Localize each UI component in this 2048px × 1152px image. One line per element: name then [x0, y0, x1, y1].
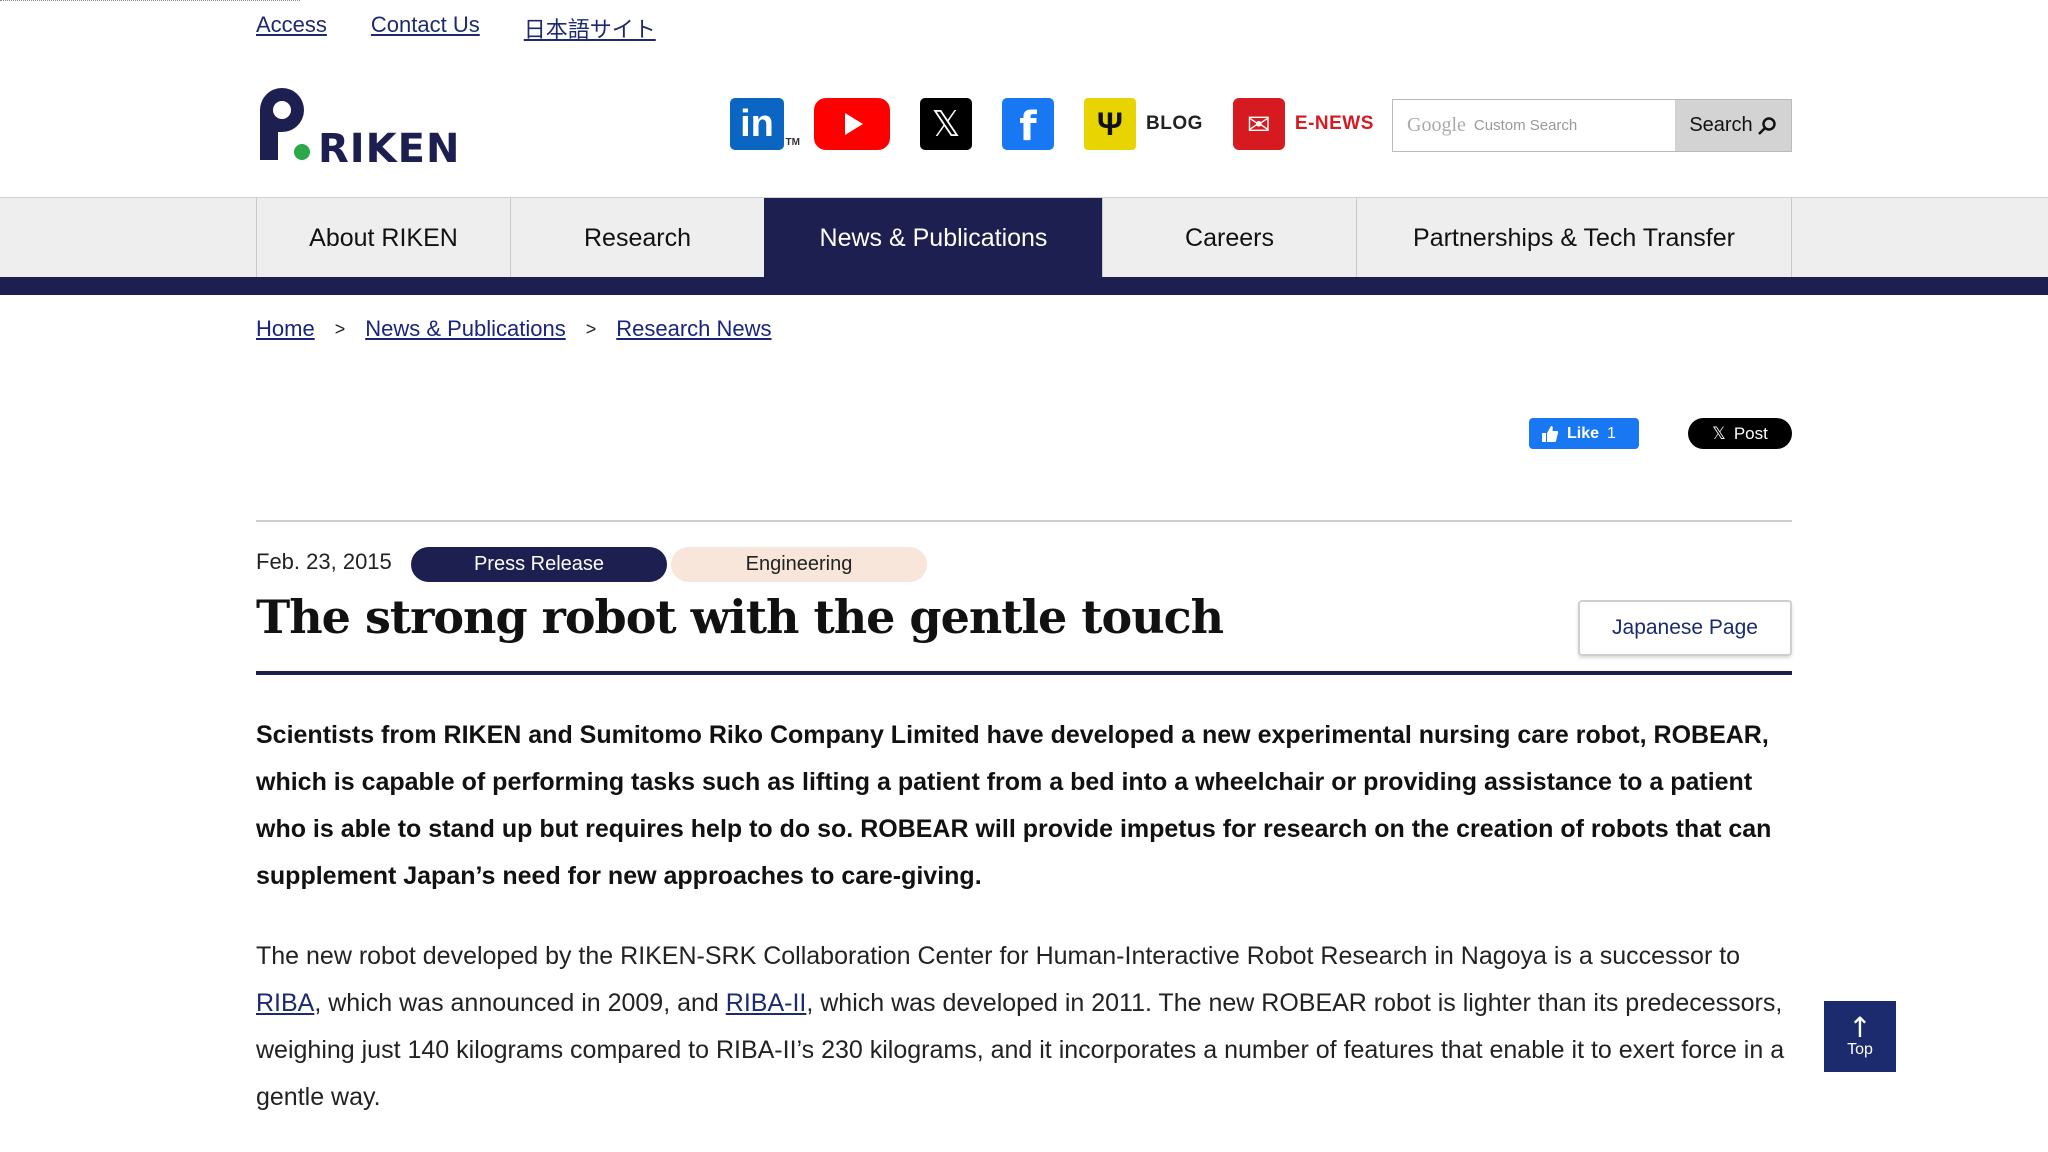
- top-dotted-line: [0, 0, 300, 1]
- japanese-site-link[interactable]: 日本語サイト: [524, 12, 656, 44]
- article-body-paragraph: The new robot developed by the RIKEN-SRK…: [256, 933, 1796, 1121]
- x-glyph: 𝕏: [931, 103, 961, 145]
- nav-careers[interactable]: Careers: [1102, 198, 1356, 278]
- main-nav: About RIKEN Research News & Publications…: [0, 197, 2048, 278]
- nav-news-publications[interactable]: News & Publications: [764, 198, 1102, 278]
- nav-underline-bar: [0, 277, 2048, 295]
- nav-about-riken[interactable]: About RIKEN: [256, 198, 510, 278]
- enews-link[interactable]: ✉ E-NEWS: [1232, 98, 1374, 150]
- breadcrumb-separator: >: [334, 318, 346, 339]
- article-date: Feb. 23, 2015: [256, 549, 392, 574]
- breadcrumb-news-publications[interactable]: News & Publications: [365, 316, 566, 342]
- title-underline: [256, 671, 1792, 675]
- logo-text: RIKEN: [318, 126, 456, 166]
- nav-partnerships[interactable]: Partnerships & Tech Transfer: [1356, 198, 1792, 278]
- divider: [256, 520, 1792, 522]
- breadcrumb: Home > News & Publications > Research Ne…: [256, 316, 772, 342]
- facebook-glyph: f: [1019, 104, 1037, 150]
- facebook-icon[interactable]: f: [1002, 98, 1054, 150]
- linkedin-tm: TM: [785, 137, 800, 148]
- youtube-icon[interactable]: [814, 98, 890, 150]
- tag-press-release: Press Release: [411, 547, 667, 582]
- search-button-label: Search: [1689, 114, 1753, 136]
- search-icon: [1757, 116, 1776, 135]
- blog-label: BLOG: [1146, 113, 1203, 134]
- nav-research[interactable]: Research: [510, 198, 764, 278]
- search-button[interactable]: Search: [1675, 100, 1791, 151]
- arrow-up-icon: ↑: [1848, 1010, 1872, 1044]
- x-twitter-icon[interactable]: 𝕏: [920, 98, 972, 150]
- search-input[interactable]: Google Custom Search: [1393, 100, 1675, 151]
- top-label: Top: [1847, 1040, 1873, 1058]
- blog-link[interactable]: Ψ BLOG: [1084, 98, 1203, 150]
- blog-icon: Ψ: [1084, 98, 1136, 150]
- google-brand: Google: [1407, 114, 1466, 136]
- linkedin-glyph: in: [740, 102, 774, 145]
- riba-link[interactable]: RIBA: [256, 989, 314, 1017]
- enews-label: E-NEWS: [1294, 113, 1374, 134]
- play-icon: [845, 113, 863, 135]
- x-post-button[interactable]: 𝕏 Post: [1688, 418, 1792, 449]
- article-lead: Scientists from RIKEN and Sumitomo Riko …: [256, 721, 1772, 890]
- breadcrumb-research-news[interactable]: Research News: [616, 316, 771, 342]
- breadcrumb-separator: >: [585, 318, 597, 339]
- access-link[interactable]: Access: [256, 12, 327, 44]
- social-links: in TM 𝕏 f Ψ BLOG ✉ E-NEWS: [730, 98, 1374, 150]
- body-text: The new robot developed by the RIKEN-SRK…: [256, 942, 1741, 970]
- search-placeholder: Custom Search: [1473, 117, 1578, 134]
- linkedin-icon[interactable]: in TM: [730, 98, 800, 150]
- utility-links: Access Contact Us 日本語サイト: [256, 12, 656, 44]
- japanese-page-button[interactable]: Japanese Page: [1578, 600, 1792, 656]
- back-to-top-button[interactable]: ↑ Top: [1824, 1001, 1896, 1072]
- tag-engineering: Engineering: [671, 547, 927, 582]
- breadcrumb-home[interactable]: Home: [256, 316, 315, 342]
- riba-ii-link[interactable]: RIBA-II: [726, 989, 807, 1017]
- thumbs-up-icon: [1542, 425, 1559, 442]
- like-label: Like: [1567, 424, 1600, 442]
- riken-logo[interactable]: RIKEN: [256, 86, 456, 166]
- post-label: Post: [1733, 423, 1768, 443]
- body-text: , which was announced in 2009, and: [314, 989, 726, 1017]
- like-count: 1: [1607, 424, 1616, 442]
- article-title: The strong robot with the gentle touch: [256, 590, 1224, 644]
- mail-icon: ✉: [1232, 98, 1285, 150]
- site-search: Google Custom Search Search: [1392, 99, 1792, 152]
- facebook-like-button[interactable]: Like 1: [1529, 418, 1639, 449]
- contact-us-link[interactable]: Contact Us: [371, 12, 480, 44]
- x-icon: 𝕏: [1712, 423, 1726, 444]
